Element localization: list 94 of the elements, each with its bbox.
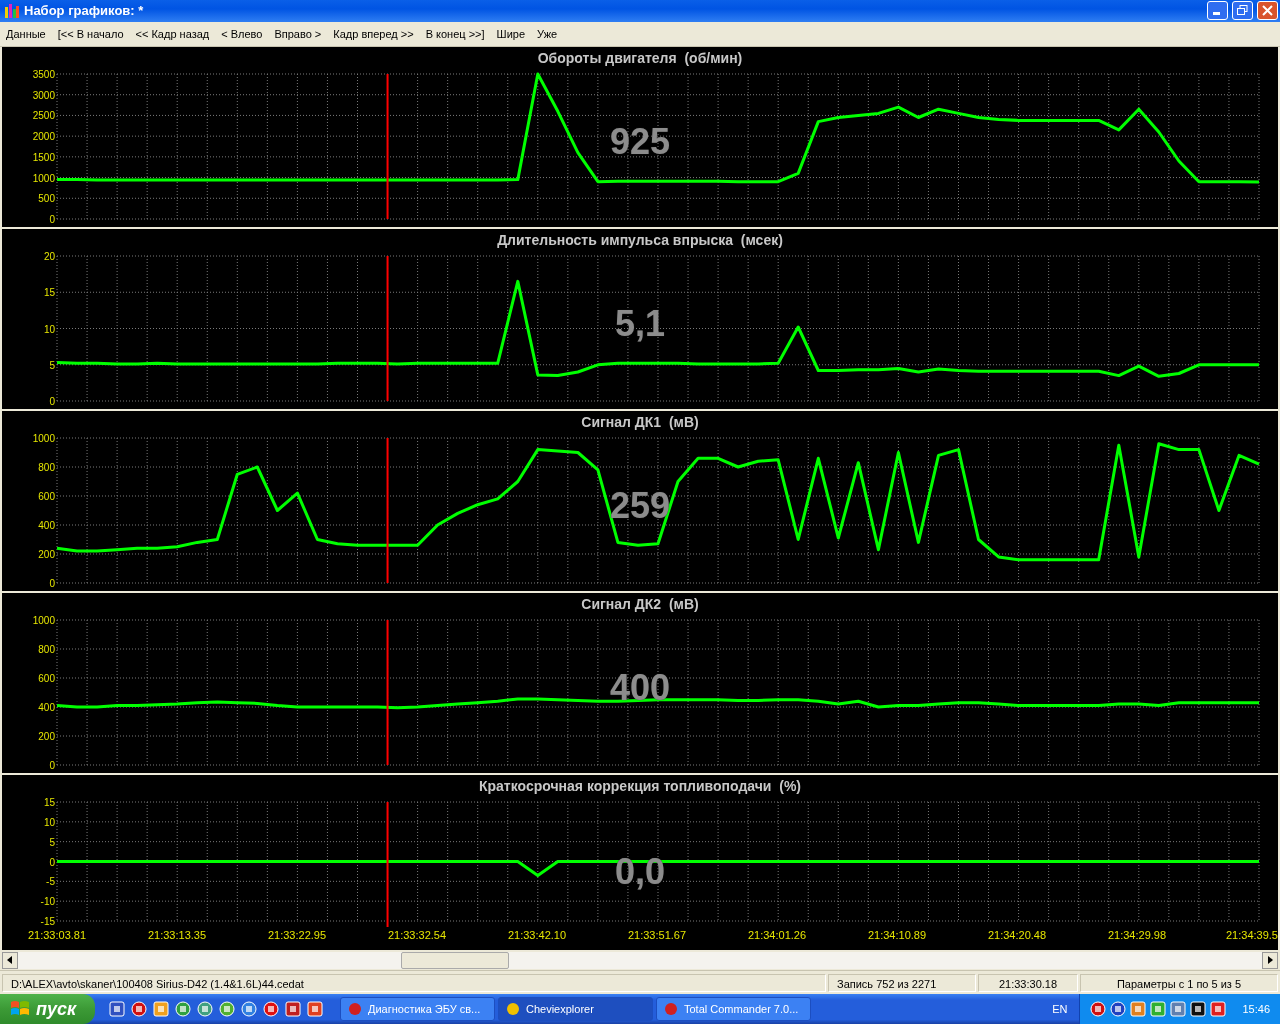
taskbar-button[interactable]: Total Commander 7.0... (656, 997, 811, 1021)
file-path: D:\ALEX\avto\skaner\100408 Sirius-D42 (1.4&1.6L)44.cedat (2, 973, 826, 992)
time-label: 21:33:32.54 (387, 928, 447, 941)
start-button[interactable]: пуск (0, 994, 95, 1024)
time-label: 21:33:51.67 (627, 928, 687, 941)
axis-label: 5 (49, 836, 55, 848)
time-label: 21:33:42.10 (507, 928, 567, 941)
taskbar-button[interactable]: Диагностика ЭБУ св... (340, 997, 495, 1021)
record-time: 21:33:30.18 (978, 973, 1078, 992)
time-label: 21:34:39.5 (1226, 928, 1278, 941)
chart-title: Длительность импульса впрыска (мсек) (497, 231, 783, 248)
language-indicator[interactable]: EN (1040, 1003, 1080, 1015)
axis-label: 15 (43, 287, 55, 299)
axis-label: 3000 (32, 89, 55, 101)
axis-label: 800 (38, 643, 55, 655)
value-readout: 0,0 (615, 850, 665, 893)
chart-title: Обороты двигателя (об/мин) (537, 49, 743, 66)
close-icon (1262, 5, 1273, 17)
params-count: Параметры с 1 по 5 из 5 (1080, 973, 1278, 992)
chart-title: Краткосрочная коррекция топливоподачи (%) (479, 777, 801, 794)
app-icon (663, 1001, 679, 1017)
scroll-right-button[interactable] (1262, 951, 1278, 969)
clock: 15:46 (1242, 1003, 1270, 1015)
axis-label: 0 (49, 395, 55, 407)
axis-label: 5 (49, 359, 55, 371)
axis-label: 400 (38, 701, 55, 713)
menu-item[interactable]: Вправо > (274, 27, 322, 40)
axis-label: -5 (46, 876, 55, 888)
cursor-line[interactable] (386, 255, 389, 401)
time-label: 21:34:29.98 (1107, 928, 1167, 941)
app-icon (347, 1001, 363, 1017)
axis-label: 10 (43, 323, 55, 335)
axis-label: 2500 (32, 110, 55, 122)
menu-item[interactable]: << Кадр назад (135, 27, 210, 40)
time-label: 21:33:22.95 (267, 928, 327, 941)
axis-label: 15 (43, 796, 55, 808)
axis-label: 800 (38, 461, 55, 473)
axis-label: -10 (40, 896, 55, 908)
menu-item[interactable]: [<< В начало (57, 27, 124, 40)
scroll-thumb[interactable] (401, 951, 510, 969)
axis-label: 600 (38, 490, 55, 502)
axis-label: 200 (38, 548, 55, 560)
cursor-line[interactable] (386, 801, 389, 927)
axis-label: 0 (49, 759, 55, 771)
axis-label: 500 (38, 193, 55, 205)
right-arrow-icon (1267, 956, 1273, 965)
axis-label: 3500 (32, 68, 55, 80)
axis-label: 20 (43, 250, 55, 262)
time-label: 21:34:20.48 (987, 928, 1047, 941)
axis-label: 2000 (32, 131, 55, 143)
chart-title: Сигнал ДК1 (мВ) (581, 413, 699, 430)
axis-label: 1000 (32, 432, 55, 444)
axis-label: 0 (49, 577, 55, 589)
axis-label: -15 (40, 915, 55, 927)
close-button[interactable] (1257, 1, 1278, 21)
record-count: Запись 752 из 2271 (828, 973, 976, 992)
axis-label: 400 (38, 519, 55, 531)
axis-label: 0 (49, 213, 55, 225)
restore-button[interactable] (1232, 1, 1253, 21)
value-readout: 5,1 (615, 302, 665, 345)
chart-title: Сигнал ДК2 (мВ) (581, 595, 699, 612)
axis-label: 10 (43, 816, 55, 828)
left-arrow-icon (7, 956, 13, 965)
value-readout: 925 (609, 120, 671, 163)
time-label: 21:33:13.35 (147, 928, 207, 941)
time-label: 21:33:03.81 (27, 928, 87, 941)
app-icon (505, 1001, 521, 1017)
time-label: 21:34:10.89 (867, 928, 927, 941)
cursor-line[interactable] (386, 619, 389, 765)
window-title: Набор графиков: * (24, 3, 145, 19)
minimize-button[interactable] (1207, 1, 1228, 21)
taskbar-button[interactable]: Cheviexplorer (498, 997, 653, 1021)
restore-icon (1237, 5, 1248, 17)
cursor-line[interactable] (386, 437, 389, 583)
bar-chart-icon (4, 3, 20, 19)
axis-label: 1000 (32, 172, 55, 184)
axis-label: 600 (38, 672, 55, 684)
scroll-left-button[interactable] (2, 951, 18, 969)
value-readout: 400 (609, 666, 671, 709)
cursor-line[interactable] (386, 73, 389, 219)
menu-item[interactable]: < Влево (221, 27, 263, 40)
axis-label: 1000 (32, 614, 55, 626)
app-icon[interactable] (1190, 1001, 1207, 1017)
axis-label: 200 (38, 730, 55, 742)
menu-item[interactable]: Данные (6, 27, 46, 40)
menu-item[interactable]: Кадр вперед >> (333, 27, 414, 40)
menu-item[interactable]: В конец >>] (425, 27, 485, 40)
axis-label: 1500 (32, 151, 55, 163)
time-label: 21:34:01.26 (747, 928, 807, 941)
axis-label: 0 (49, 856, 55, 868)
menu-item[interactable]: Шире (496, 27, 526, 40)
value-readout: 259 (609, 484, 671, 527)
windows-logo-icon (10, 1000, 30, 1018)
menu-item[interactable]: Уже (537, 27, 558, 40)
